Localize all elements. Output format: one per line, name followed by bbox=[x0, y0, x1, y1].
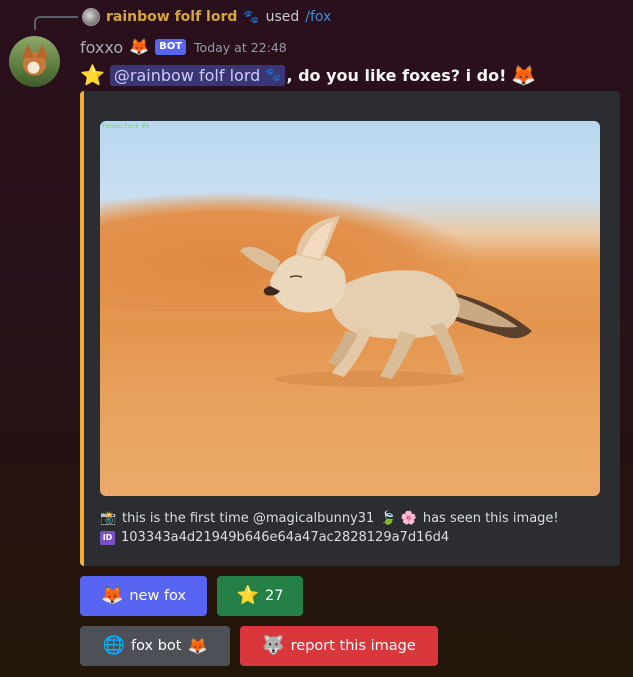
bot-badge: BOT bbox=[155, 39, 187, 55]
fox-image[interactable]: fennecfox1 #1 bbox=[100, 121, 600, 496]
star-icon: ⭐ bbox=[80, 63, 105, 87]
footer-seen-end: has seen this image! bbox=[422, 511, 559, 526]
embed-card: fennecfox1 #1 📸 this is the first time @… bbox=[80, 91, 620, 566]
reply-username[interactable]: rainbow folf lord bbox=[106, 9, 237, 25]
message-timestamp: Today at 22:48 bbox=[194, 39, 287, 55]
fox-icon: 🦊 bbox=[129, 37, 150, 56]
report-label: report this image bbox=[290, 638, 416, 654]
star-icon: ⭐ bbox=[236, 585, 259, 606]
bot-avatar[interactable] bbox=[9, 36, 60, 87]
id-icon: ID bbox=[100, 530, 115, 545]
leaf-flower-icon: 🍃 🌸 bbox=[380, 511, 417, 526]
new-fox-button[interactable]: 🦊 new fox bbox=[80, 576, 207, 616]
reply-used-text: used bbox=[265, 9, 300, 25]
reply-command[interactable]: /fox bbox=[305, 9, 331, 25]
star-button[interactable]: ⭐ 27 bbox=[217, 576, 303, 616]
paw-icon: 🐾 bbox=[265, 67, 282, 83]
fox-icon: 🦊 bbox=[511, 63, 537, 87]
fox-icon: 🦊 bbox=[100, 585, 124, 606]
user-mention[interactable]: @rainbow folf lord 🐾 bbox=[109, 64, 286, 86]
fox-icon: 🦊 bbox=[187, 636, 208, 655]
camera-icon: 📸 bbox=[100, 511, 117, 526]
message-text: , do you like foxes? i do! bbox=[286, 65, 507, 85]
fox-bot-label: fox bot bbox=[131, 638, 182, 654]
message-username[interactable]: foxxo bbox=[80, 38, 123, 57]
fennec-fox-illustration bbox=[240, 216, 532, 387]
new-fox-label: new fox bbox=[129, 588, 187, 604]
star-count: 27 bbox=[264, 588, 284, 604]
message-content: ⭐ @rainbow folf lord 🐾 , do you like fox… bbox=[80, 61, 536, 89]
wolf-icon: 🐺 bbox=[262, 635, 285, 656]
globe-icon: 🌐 bbox=[102, 635, 125, 656]
footer-line-id: ID 103343a4d21949b646e64a47ac2828129a7d1… bbox=[100, 528, 559, 547]
reply-connector bbox=[34, 16, 78, 30]
fox-bot-link-button[interactable]: 🌐 fox bot 🦊 bbox=[80, 626, 230, 666]
footer-line-seen: 📸 this is the first time @magicalbunny31… bbox=[100, 509, 559, 528]
reply-reference[interactable]: rainbow folf lord 🐾 used /fox bbox=[82, 7, 331, 27]
reply-avatar[interactable] bbox=[82, 8, 100, 26]
embed-footer: 📸 this is the first time @magicalbunny31… bbox=[100, 509, 559, 547]
mention-text: @rainbow folf lord bbox=[113, 65, 261, 85]
paw-icon: 🐾 bbox=[243, 9, 260, 25]
message-header: foxxo 🦊 BOT Today at 22:48 bbox=[80, 36, 287, 58]
report-image-button[interactable]: 🐺 report this image bbox=[240, 626, 438, 666]
footer-seen-text: this is the first time @magicalbunny31 bbox=[122, 511, 375, 526]
image-id: 103343a4d21949b646e64a47ac2828129a7d16d4 bbox=[121, 530, 450, 545]
